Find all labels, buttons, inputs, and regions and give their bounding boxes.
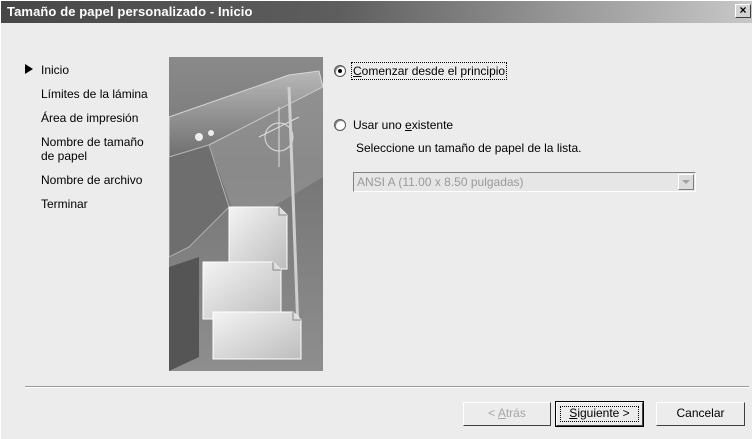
radio-button[interactable] (334, 119, 346, 131)
wizard-steps: Inicio Límites de la lámina Área de impr… (25, 63, 165, 221)
triangle-right-icon (25, 64, 33, 74)
dropdown-button[interactable] (678, 174, 694, 190)
step-area: Área de impresión (25, 111, 165, 125)
step-label: Terminar (41, 197, 88, 211)
window-title: Tamaño de papel personalizado - Inicio (7, 4, 253, 19)
paper-size-value: ANSI A (11.00 x 8.50 pulgadas) (357, 175, 524, 189)
step-nombre-tamano: Nombre de tamaño de papel (25, 135, 155, 163)
step-label: Límites de la lámina (41, 87, 148, 101)
step-nombre-archivo: Nombre de archivo (25, 173, 165, 187)
step-limites: Límites de la lámina (25, 87, 165, 101)
start-new-label[interactable]: Comenzar desde el principio (350, 62, 508, 80)
title-bar[interactable]: Tamaño de papel personalizado - Inicio × (1, 1, 752, 23)
next-button[interactable]: Siguiente > (555, 401, 644, 427)
wizard-window: Tamaño de papel personalizado - Inicio ×… (0, 0, 752, 439)
step-inicio: Inicio (25, 63, 165, 77)
use-existing-label[interactable]: Usar uno existente (353, 118, 453, 132)
close-icon: × (739, 3, 747, 17)
step-label: Nombre de archivo (41, 173, 143, 187)
select-paper-hint: Seleccione un tamaño de papel de la list… (356, 141, 582, 155)
divider (25, 386, 749, 388)
step-label: Área de impresión (41, 111, 139, 125)
radio-button[interactable] (334, 65, 346, 77)
cancel-button[interactable]: Cancelar (656, 402, 745, 426)
chevron-down-icon (682, 180, 690, 184)
step-label: Nombre de tamaño de papel (41, 135, 144, 163)
plotter-illustration (169, 57, 323, 371)
back-button[interactable]: < Atrás (463, 402, 551, 426)
step-label: Inicio (41, 63, 70, 77)
paper-size-select[interactable]: ANSI A (11.00 x 8.50 pulgadas) (353, 172, 696, 192)
step-terminar: Terminar (25, 197, 165, 211)
close-button[interactable]: × (735, 4, 751, 18)
